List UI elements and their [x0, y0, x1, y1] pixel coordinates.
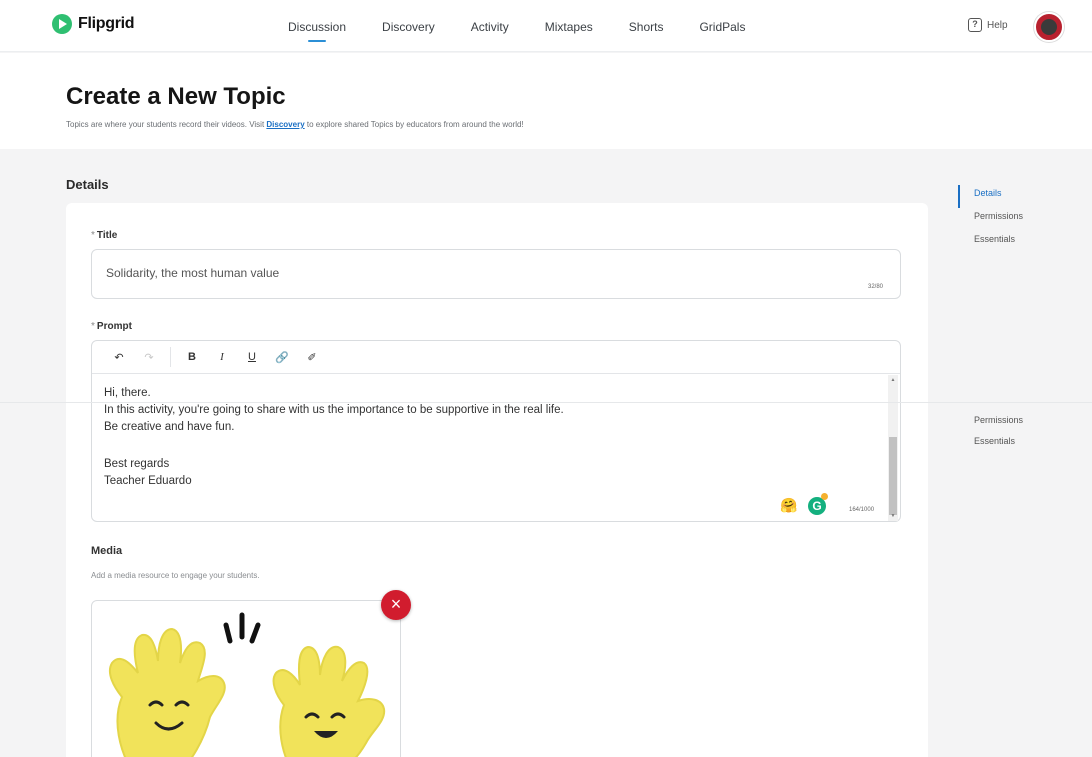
bold-icon[interactable]: B — [177, 351, 207, 363]
logo-text: Flipgrid — [78, 15, 135, 32]
side-nav-details[interactable]: Details — [958, 185, 1023, 208]
section-side-nav-repeat: Permissions Essentials — [974, 415, 1023, 457]
waving-hands-image — [108, 612, 386, 757]
side-nav-essentials[interactable]: Essentials — [958, 231, 1023, 254]
main-nav: Discussion Discovery Activity Mixtapes S… — [270, 0, 763, 52]
nav-discussion[interactable]: Discussion — [270, 0, 364, 52]
media-label: Media — [91, 545, 123, 557]
prompt-label-text: Prompt — [96, 321, 132, 332]
prompt-line: In this activity, you're going to share … — [104, 404, 564, 416]
remove-media-button[interactable]: × — [381, 590, 411, 620]
help-label: Help — [987, 19, 1008, 31]
prompt-char-count: 164/1000 — [849, 507, 875, 513]
side-nav-permissions[interactable]: Permissions — [974, 415, 1023, 436]
side-nav-essentials[interactable]: Essentials — [974, 436, 1023, 457]
required-mark: * — [91, 230, 95, 241]
prompt-line — [104, 436, 874, 456]
page-subtitle: Topics are where your students record th… — [66, 120, 524, 129]
prompt-line: Be creative and have fun. — [104, 421, 235, 433]
prompt-text-area[interactable]: Hi, there. In this activity, you're goin… — [104, 385, 874, 490]
section-side-nav: Details Permissions Essentials — [958, 185, 1023, 254]
details-section-label: Details — [66, 177, 109, 192]
nav-activity[interactable]: Activity — [453, 0, 527, 52]
undo-icon[interactable]: ↶ — [104, 351, 134, 364]
prompt-label: * Prompt — [91, 321, 132, 332]
redo-icon[interactable]: ↷ — [134, 351, 164, 364]
prompt-line: Best regards — [104, 458, 170, 470]
scrollbar-thumb[interactable] — [889, 437, 897, 515]
italic-icon[interactable]: I — [207, 351, 237, 363]
user-avatar[interactable] — [1034, 12, 1064, 42]
underline-icon[interactable]: U — [237, 351, 267, 363]
title-label-text: Title — [96, 230, 118, 241]
title-label: * Title — [91, 230, 117, 241]
subtitle-text-before: Topics are where your students record th… — [66, 120, 267, 129]
title-char-count: 32/80 — [868, 284, 884, 290]
prompt-scrollbar[interactable]: ▲ ▼ — [888, 375, 898, 521]
editor-toolbar: ↶ ↷ B I U 🔗 ✐ — [92, 341, 900, 374]
help-button[interactable]: ? Help — [968, 18, 1008, 32]
prompt-line: Hi, there. — [104, 387, 151, 399]
left-hand-icon — [108, 627, 226, 757]
nav-discovery[interactable]: Discovery — [364, 0, 453, 52]
nav-gridpals[interactable]: GridPals — [681, 0, 763, 52]
nav-mixtapes[interactable]: Mixtapes — [527, 0, 611, 52]
media-preview[interactable] — [91, 600, 401, 757]
link-icon[interactable]: 🔗 — [267, 351, 297, 364]
flipgrid-logo-icon — [52, 14, 72, 34]
clear-format-icon[interactable]: ✐ — [297, 351, 327, 364]
page-header: Create a New Topic Topics are where your… — [0, 53, 1092, 149]
prompt-editor: ↶ ↷ B I U 🔗 ✐ Hi, there. In this activit… — [91, 340, 901, 522]
media-description: Add a media resource to engage your stud… — [91, 571, 260, 580]
title-input-box: 32/80 — [91, 249, 901, 299]
page-title: Create a New Topic — [66, 83, 286, 110]
title-input[interactable] — [106, 266, 806, 280]
flipgrid-logo[interactable]: Flipgrid — [52, 14, 135, 34]
side-nav-permissions[interactable]: Permissions — [958, 208, 1023, 231]
required-mark: * — [91, 321, 95, 332]
scroll-up-icon[interactable]: ▲ — [890, 377, 896, 383]
toolbar-divider — [170, 347, 171, 367]
emoji-icon[interactable]: 🤗 — [780, 497, 797, 514]
scroll-seam — [0, 402, 1092, 403]
nav-shorts[interactable]: Shorts — [611, 0, 682, 52]
motion-lines-icon — [223, 612, 261, 644]
help-icon: ? — [968, 18, 982, 32]
right-hand-icon — [272, 645, 386, 757]
top-navbar: Flipgrid Discussion Discovery Activity M… — [0, 0, 1092, 52]
discovery-link[interactable]: Discovery — [266, 120, 304, 129]
subtitle-text-after: to explore shared Topics by educators fr… — [304, 120, 524, 129]
grammarly-badge — [821, 493, 828, 500]
scroll-down-icon[interactable]: ▼ — [890, 513, 896, 519]
prompt-line: Teacher Eduardo — [104, 475, 192, 487]
